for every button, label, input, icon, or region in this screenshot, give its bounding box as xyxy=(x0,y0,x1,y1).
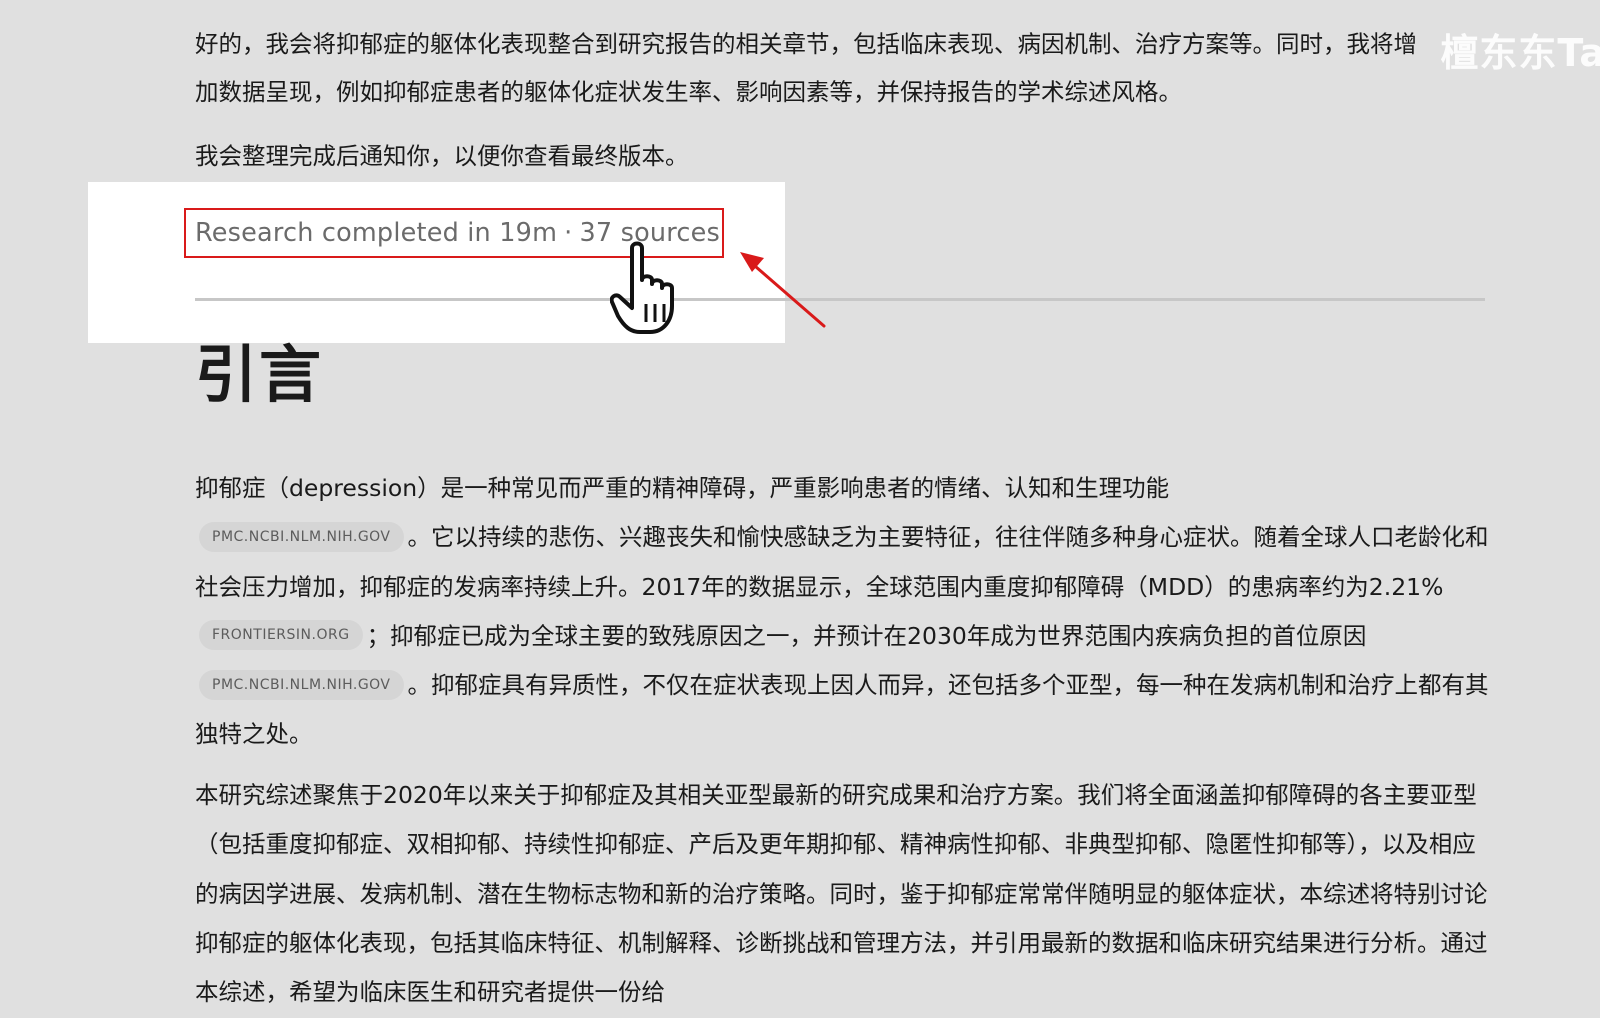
body-paragraph-1: 抑郁症（depression）是一种常见而严重的精神障碍，严重影响患者的情绪、认… xyxy=(195,464,1490,760)
citation-chip[interactable]: FRONTIERSIN.ORG xyxy=(199,620,363,651)
citation-chip[interactable]: PMC.NCBI.NLM.NIH.GOV xyxy=(199,521,404,552)
section-divider xyxy=(195,298,1485,301)
hand-pointer-cursor-icon xyxy=(610,241,674,334)
intro-paragraph-1: 好的，我会将抑郁症的躯体化表现整合到研究报告的相关章节，包括临床表现、病因机制、… xyxy=(195,30,1417,106)
watermark: 檀东东Ta xyxy=(1440,31,1600,75)
body-text-a: 抑郁症（depression）是一种常见而严重的精神障碍，严重影响患者的情绪、认… xyxy=(195,474,1170,502)
status-separator: · xyxy=(564,218,573,248)
body-text-c: ；抑郁症已成为全球主要的致残原因之一，并预计在2030年成为世界范围内疾病负担的… xyxy=(366,621,1367,650)
section-title: 引言 xyxy=(195,338,324,411)
intro-paragraph-2: 我会整理完成后通知你，以便你查看最终版本。 xyxy=(195,142,689,170)
citation-chip[interactable]: PMC.NCBI.NLM.NIH.GOV xyxy=(199,669,404,700)
research-completed-text: Research completed in 19m xyxy=(195,218,558,248)
body-paragraph-2: 本研究综述聚焦于2020年以来关于抑郁症及其相关亚型最新的研究成果和治疗方案。我… xyxy=(195,781,1488,1007)
annotation-arrow-icon xyxy=(740,252,826,328)
